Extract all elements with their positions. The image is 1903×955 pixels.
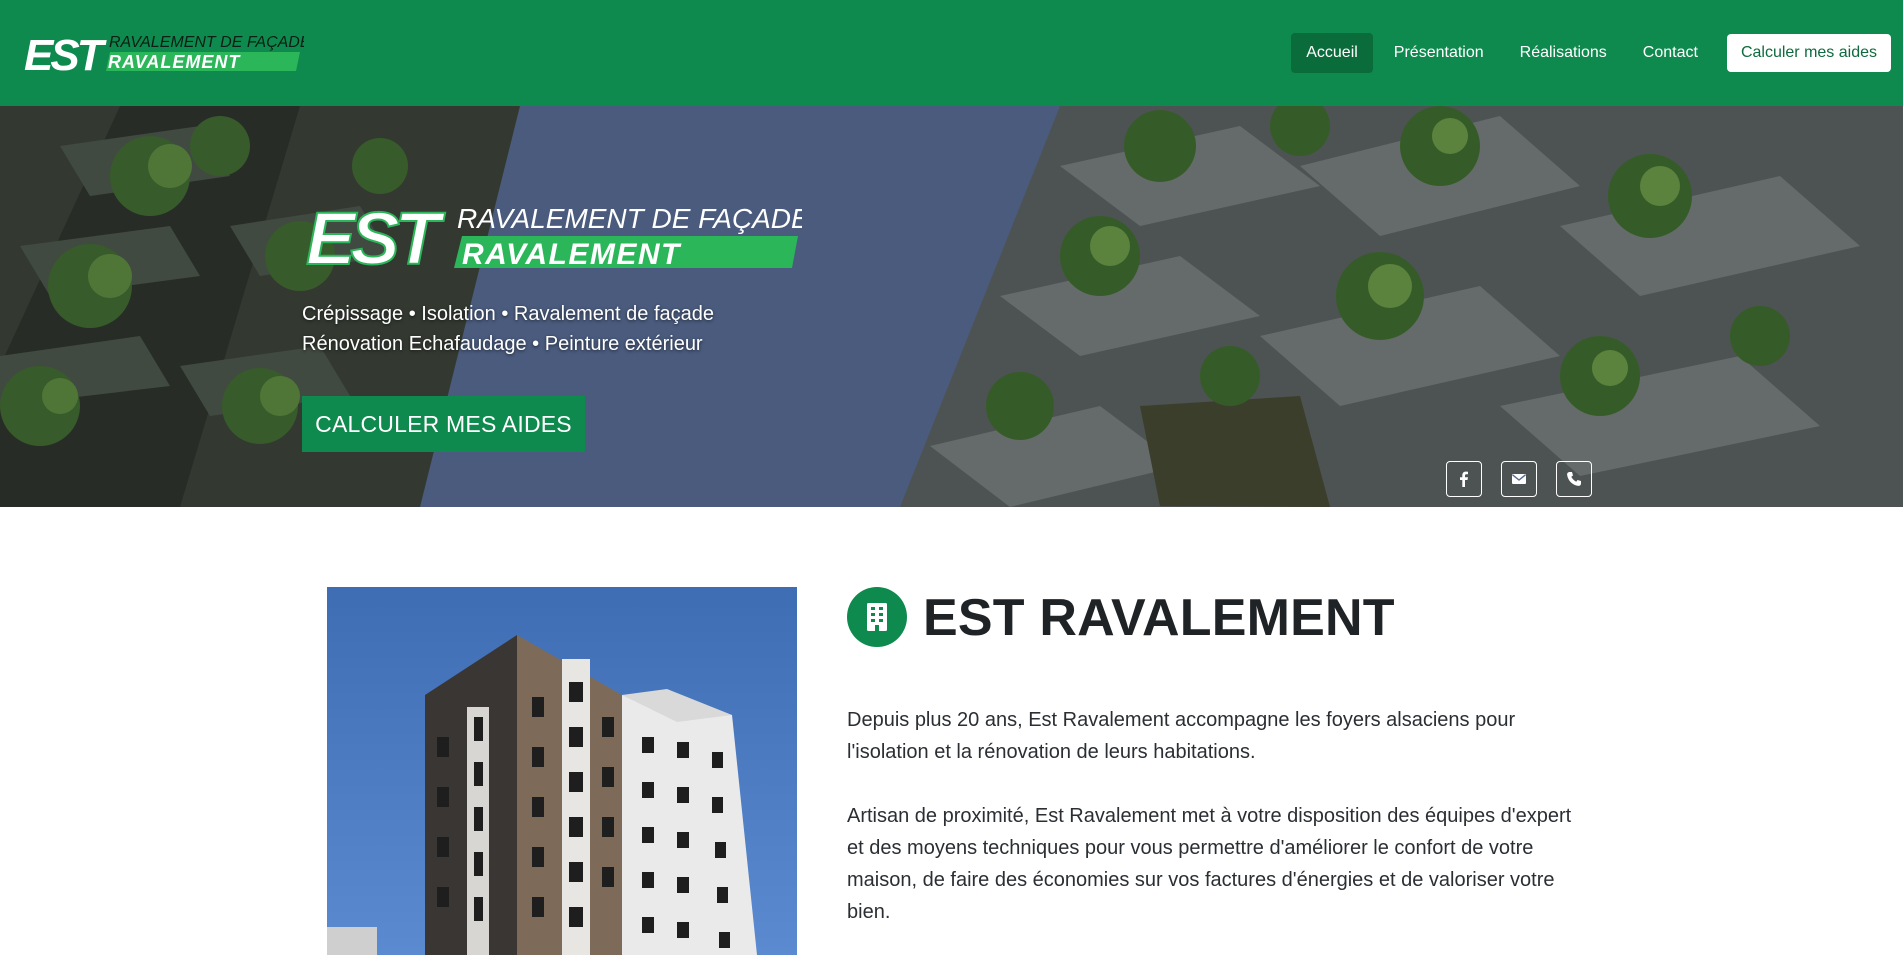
- brand-logo[interactable]: EST RAVALEMENT DE FAÇADES RAVALEMENT: [24, 30, 304, 76]
- hero-banner: EST RAVALEMENT DE FAÇADES RAVALEMENT Cré…: [0, 106, 1903, 507]
- nav-item-presentation[interactable]: Présentation: [1379, 33, 1499, 73]
- email-link[interactable]: [1501, 461, 1537, 497]
- about-paragraph-2: Artisan de proximité, Est Ravalement met…: [847, 805, 1572, 923]
- hero-logo: EST RAVALEMENT DE FAÇADES RAVALEMENT: [305, 198, 802, 276]
- hero-logo-letters: EST: [306, 198, 446, 276]
- building-icon: [847, 587, 907, 647]
- about-paragraph-1: Depuis plus 20 ans, Est Ravalement accom…: [847, 709, 1516, 763]
- phone-icon: [1567, 472, 1581, 486]
- hero-tagline: Crépissage • Isolation • Ravalement de f…: [302, 299, 714, 359]
- facebook-icon: [1460, 471, 1468, 487]
- calculer-aides-hero-button[interactable]: CALCULER MES AIDES: [302, 396, 585, 452]
- logo-line1: RAVALEMENT DE FAÇADES: [109, 34, 304, 51]
- building-photo: [327, 587, 797, 955]
- hero-logo-line2: RAVALEMENT: [462, 238, 682, 271]
- hero-tagline-line2: Rénovation Echafaudage • Peinture extéri…: [302, 333, 703, 355]
- logo-line2: RAVALEMENT: [108, 52, 241, 72]
- phone-link[interactable]: [1556, 461, 1592, 497]
- top-navbar: EST RAVALEMENT DE FAÇADES RAVALEMENT Acc…: [0, 0, 1903, 106]
- hero-overlay: [0, 106, 1903, 507]
- hero-logo-line1: RAVALEMENT DE FAÇADES: [457, 203, 802, 234]
- envelope-icon: [1512, 474, 1526, 484]
- nav-item-contact[interactable]: Contact: [1628, 33, 1713, 73]
- calculer-aides-nav-button[interactable]: Calculer mes aides: [1726, 34, 1891, 72]
- main-nav: Accueil Présentation Réalisations Contac…: [1291, 33, 1891, 73]
- nav-item-realisations[interactable]: Réalisations: [1505, 33, 1622, 73]
- page-title: EST RAVALEMENT: [923, 589, 1395, 647]
- nav-item-accueil[interactable]: Accueil: [1291, 33, 1373, 73]
- logo-letters: EST: [24, 31, 107, 76]
- facebook-link[interactable]: [1446, 461, 1482, 497]
- hero-tagline-line1: Crépissage • Isolation • Ravalement de f…: [302, 303, 715, 325]
